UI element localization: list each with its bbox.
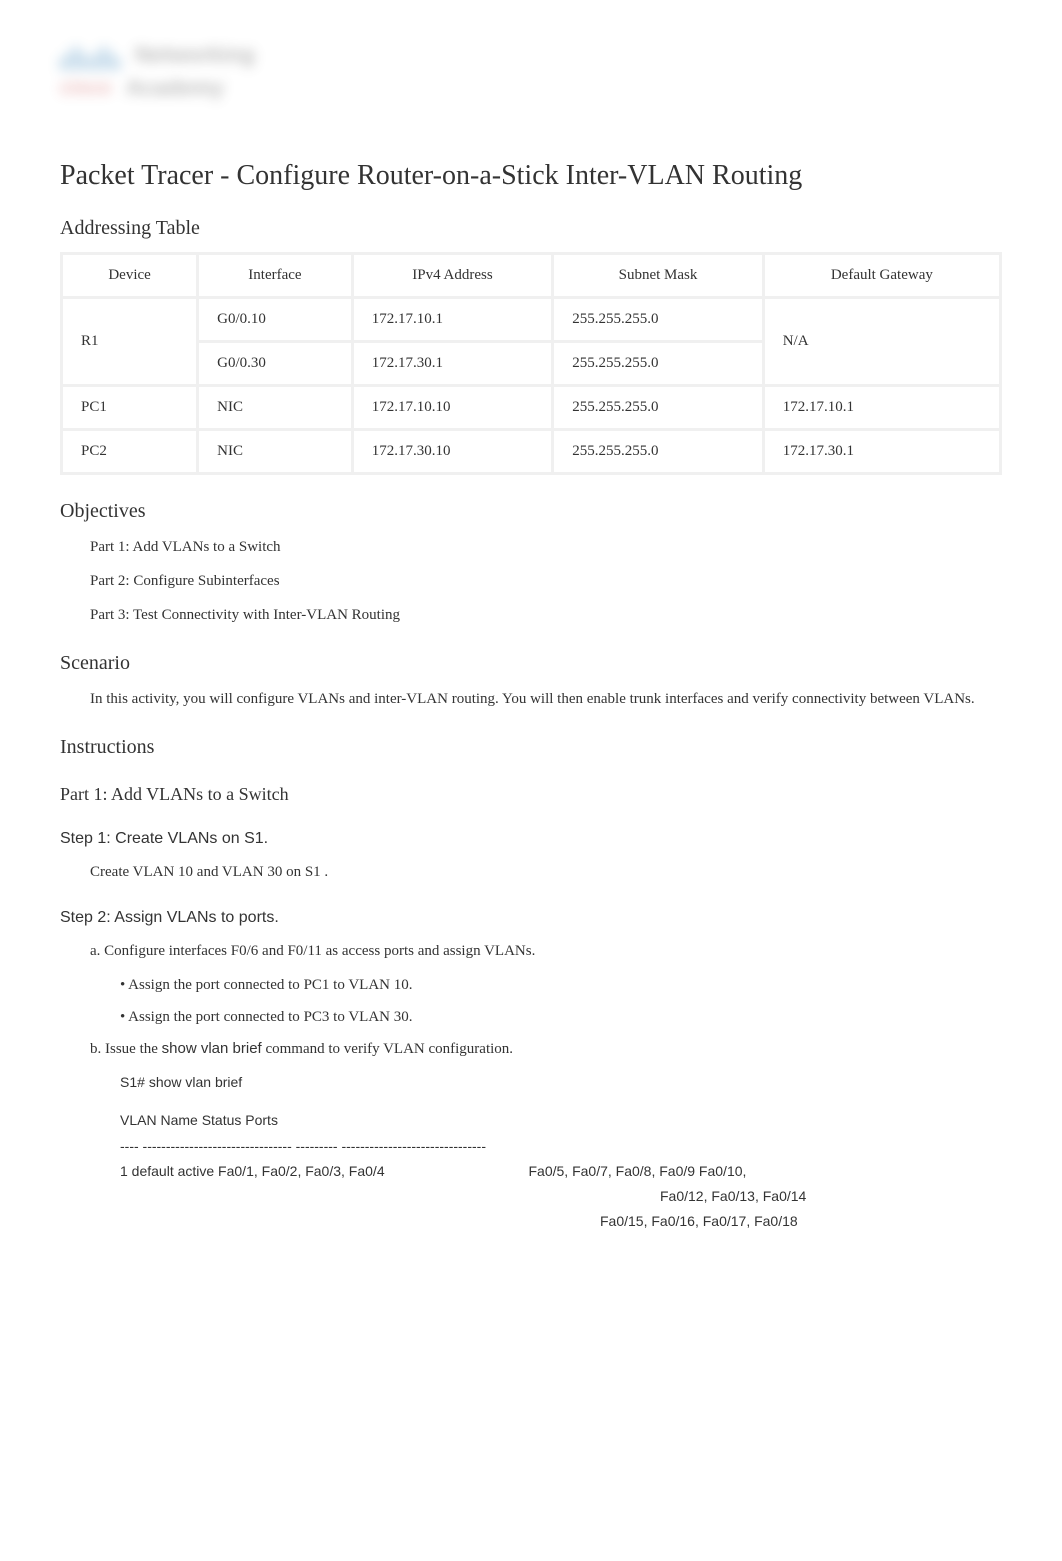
output-header: VLAN Name Status Ports bbox=[120, 1108, 1002, 1133]
table-row: PC1 NIC 172.17.10.10 255.255.255.0 172.1… bbox=[63, 387, 999, 428]
cisco-bars-icon bbox=[60, 40, 120, 70]
table-cell: NIC bbox=[199, 387, 351, 428]
table-cell: G0/0.30 bbox=[199, 343, 351, 384]
output-line: Fa0/12, Fa0/13, Fa0/14 bbox=[460, 1184, 1002, 1209]
part1-heading: Part 1: Add VLANs to a Switch bbox=[60, 784, 1002, 805]
step1-text: Create VLAN 10 and VLAN 30 on S1 . bbox=[60, 860, 1002, 884]
objectives-heading: Objectives bbox=[60, 500, 1002, 523]
command-line: S1# show vlan brief bbox=[60, 1071, 1002, 1093]
table-cell: 172.17.10.1 bbox=[765, 387, 999, 428]
table-cell: R1 bbox=[63, 299, 196, 384]
output-divider: ---- -------------------------------- --… bbox=[120, 1134, 1002, 1159]
output-row: 1 default active Fa0/1, Fa0/2, Fa0/3, Fa… bbox=[120, 1159, 1002, 1184]
objective-item: Part 1: Add VLANs to a Switch bbox=[60, 535, 1002, 559]
command-output: VLAN Name Status Ports ---- ------------… bbox=[60, 1108, 1002, 1184]
table-cell: 172.17.10.1 bbox=[354, 299, 552, 340]
table-cell: PC2 bbox=[63, 431, 196, 472]
addressing-table-heading: Addressing Table bbox=[60, 217, 1002, 240]
logo-text-top: Networking bbox=[135, 42, 255, 68]
logo-brand: cisco bbox=[60, 77, 111, 100]
table-cell: 172.17.30.1 bbox=[765, 431, 999, 472]
table-cell: 172.17.10.10 bbox=[354, 387, 552, 428]
table-header: Subnet Mask bbox=[554, 255, 761, 296]
table-cell: PC1 bbox=[63, 387, 196, 428]
step2-heading: Step 2: Assign VLANs to ports. bbox=[60, 909, 1002, 927]
output-continuation: Fa0/12, Fa0/13, Fa0/14 Fa0/15, Fa0/16, F… bbox=[60, 1184, 1002, 1234]
table-header: IPv4 Address bbox=[354, 255, 552, 296]
instructions-heading: Instructions bbox=[60, 736, 1002, 759]
table-row: PC2 NIC 172.17.30.10 255.255.255.0 172.1… bbox=[63, 431, 999, 472]
step2-bullet2: • Assign the port connected to PC3 to VL… bbox=[60, 1005, 1002, 1029]
table-row: R1 G0/0.10 172.17.10.1 255.255.255.0 N/A bbox=[63, 299, 999, 340]
table-cell: 172.17.30.10 bbox=[354, 431, 552, 472]
addressing-table: Device Interface IPv4 Address Subnet Mas… bbox=[60, 252, 1002, 475]
table-header: Device bbox=[63, 255, 196, 296]
scenario-text: In this activity, you will configure VLA… bbox=[60, 687, 1002, 711]
step1-heading: Step 1: Create VLANs on S1. bbox=[60, 830, 1002, 848]
table-cell: 255.255.255.0 bbox=[554, 387, 761, 428]
table-header: Interface bbox=[199, 255, 351, 296]
table-cell: 255.255.255.0 bbox=[554, 299, 761, 340]
scenario-heading: Scenario bbox=[60, 652, 1002, 675]
objective-item: Part 3: Test Connectivity with Inter-VLA… bbox=[60, 603, 1002, 627]
logo-text-bottom: Academy bbox=[126, 75, 224, 101]
table-cell: NIC bbox=[199, 431, 351, 472]
objective-item: Part 2: Configure Subinterfaces bbox=[60, 569, 1002, 593]
logo-container: Networking cisco Academy bbox=[60, 40, 340, 130]
table-cell: 255.255.255.0 bbox=[554, 343, 761, 384]
table-cell: G0/0.10 bbox=[199, 299, 351, 340]
output-line: Fa0/15, Fa0/16, Fa0/17, Fa0/18 bbox=[460, 1209, 1002, 1234]
table-header: Default Gateway bbox=[765, 255, 999, 296]
table-cell: N/A bbox=[765, 299, 999, 384]
table-cell: 255.255.255.0 bbox=[554, 431, 761, 472]
page-title: Packet Tracer - Configure Router-on-a-St… bbox=[60, 160, 1002, 192]
step2-item-b: b. Issue the show vlan brief command to … bbox=[60, 1037, 1002, 1061]
table-cell: 172.17.30.1 bbox=[354, 343, 552, 384]
step2-bullet1: • Assign the port connected to PC1 to VL… bbox=[60, 973, 1002, 997]
step2-item-a: a. Configure interfaces F0/6 and F0/11 a… bbox=[60, 939, 1002, 963]
